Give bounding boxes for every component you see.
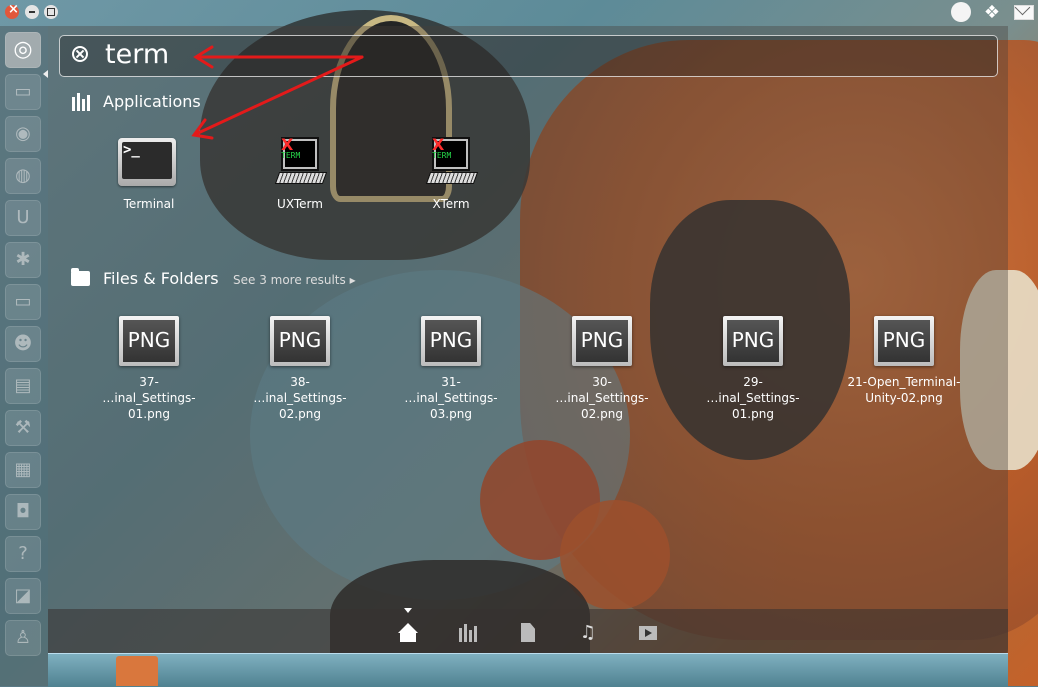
- applications-lens-icon[interactable]: [457, 622, 479, 644]
- file-result-label-line1: 37-: [139, 375, 159, 389]
- see-more-results-link[interactable]: See 3 more results ▸: [233, 273, 356, 287]
- active-lens-indicator-icon: [404, 608, 412, 613]
- file-result[interactable]: PNG 30- …inal_Settings-02.png: [537, 316, 667, 421]
- file-result-label-line1: 38-: [290, 375, 310, 389]
- file-result-label-line2: Unity-02.png: [865, 391, 943, 405]
- ubuntu-logo-icon: ◎: [13, 37, 33, 62]
- file-result-label-line1: 29-: [743, 375, 763, 389]
- ubuntu-one-launcher-icon[interactable]: U: [5, 200, 41, 236]
- png-file-icon: PNG: [270, 316, 330, 366]
- search-bar[interactable]: term: [59, 35, 998, 77]
- xterm-icon: X TERM: [425, 135, 479, 185]
- file-result-label-line2: …inal_Settings-01.png: [706, 391, 800, 421]
- terminal-icon: >_: [118, 138, 176, 186]
- file-result[interactable]: PNG 37- …inal_Settings-01.png: [84, 316, 214, 421]
- settings-launcher-icon[interactable]: ✱: [5, 242, 41, 278]
- app-result-label: XTerm: [432, 197, 470, 211]
- app-result-uxterm[interactable]: X TERM UXTerm: [235, 135, 365, 217]
- window-behind-strip: [48, 653, 1008, 687]
- png-file-icon: PNG: [119, 316, 179, 366]
- music-lens-icon[interactable]: ♫: [577, 622, 599, 644]
- files-folders-header: Files & Folders: [103, 269, 219, 288]
- display-launcher-icon[interactable]: ◪: [5, 578, 41, 614]
- png-file-icon: PNG: [874, 316, 934, 366]
- folder-icon: [116, 656, 158, 686]
- gimp-launcher-icon[interactable]: ♙: [5, 620, 41, 656]
- browser-launcher-icon[interactable]: ◉: [5, 116, 41, 152]
- file-result-label-line1: 21-Open_Terminal-: [847, 375, 961, 389]
- file-result-label-line2: …inal_Settings-02.png: [555, 391, 649, 421]
- launcher: ◎ ▭ ◉ ◍ U ✱ ▭ ☻ ▤ ⚒ ▦ ◘ ? ◪ ♙: [0, 26, 48, 686]
- maximize-button[interactable]: [44, 5, 58, 19]
- app-result-terminal[interactable]: >_ Terminal: [84, 138, 214, 218]
- file-result-label-line2: …inal_Settings-02.png: [253, 391, 347, 421]
- window-launcher-icon[interactable]: ▤: [5, 368, 41, 404]
- dropbox-icon[interactable]: ❖: [982, 3, 1002, 23]
- file-result[interactable]: PNG 31- …inal_Settings-03.png: [386, 316, 516, 421]
- video-lens-icon[interactable]: [637, 622, 659, 644]
- file-result[interactable]: PNG 21-Open_Terminal- Unity-02.png: [839, 316, 969, 406]
- calculator-launcher-icon[interactable]: ▦: [5, 452, 41, 488]
- search-input[interactable]: term: [105, 39, 169, 70]
- session-circle-icon[interactable]: [951, 2, 971, 22]
- png-file-icon: PNG: [421, 316, 481, 366]
- minimize-button[interactable]: [25, 5, 39, 19]
- file-result-label-line1: 30-: [592, 375, 612, 389]
- pidgin-launcher-icon[interactable]: ☻: [5, 326, 41, 362]
- app-result-label: UXTerm: [277, 197, 323, 211]
- app-result-label: Terminal: [123, 197, 175, 211]
- firefox-launcher-icon[interactable]: ◍: [5, 158, 41, 194]
- tools-launcher-icon[interactable]: ⚒: [5, 410, 41, 446]
- file-result-label-line2: …inal_Settings-01.png: [102, 391, 196, 421]
- file-result[interactable]: PNG 38- …inal_Settings-02.png: [235, 316, 365, 421]
- applications-category-icon: [72, 93, 90, 111]
- png-file-icon: PNG: [723, 316, 783, 366]
- help-launcher-icon[interactable]: ?: [5, 536, 41, 572]
- files-lens-icon[interactable]: [517, 622, 539, 644]
- close-button[interactable]: [5, 2, 19, 19]
- file-result[interactable]: PNG 29- …inal_Settings-01.png: [688, 316, 818, 421]
- active-arrow-icon: [43, 70, 48, 78]
- applications-header: Applications: [103, 92, 201, 111]
- app-result-xterm[interactable]: X TERM XTerm: [386, 135, 516, 217]
- folder-category-icon: [71, 268, 90, 286]
- file-result-label-line1: 31-: [441, 375, 461, 389]
- file-result-label-line2: …inal_Settings-03.png: [404, 391, 498, 421]
- terminal-launcher-icon[interactable]: ▭: [5, 284, 41, 320]
- camera-launcher-icon[interactable]: ◘: [5, 494, 41, 530]
- xterm-icon: X TERM: [274, 135, 328, 185]
- dash-home-button[interactable]: ◎: [5, 32, 41, 68]
- clear-search-icon[interactable]: [72, 46, 88, 62]
- files-launcher-icon[interactable]: ▭: [5, 74, 41, 110]
- png-file-icon: PNG: [572, 316, 632, 366]
- mail-icon[interactable]: [1014, 5, 1034, 20]
- top-panel: ❖: [0, 0, 1038, 26]
- home-lens-icon[interactable]: [397, 622, 419, 644]
